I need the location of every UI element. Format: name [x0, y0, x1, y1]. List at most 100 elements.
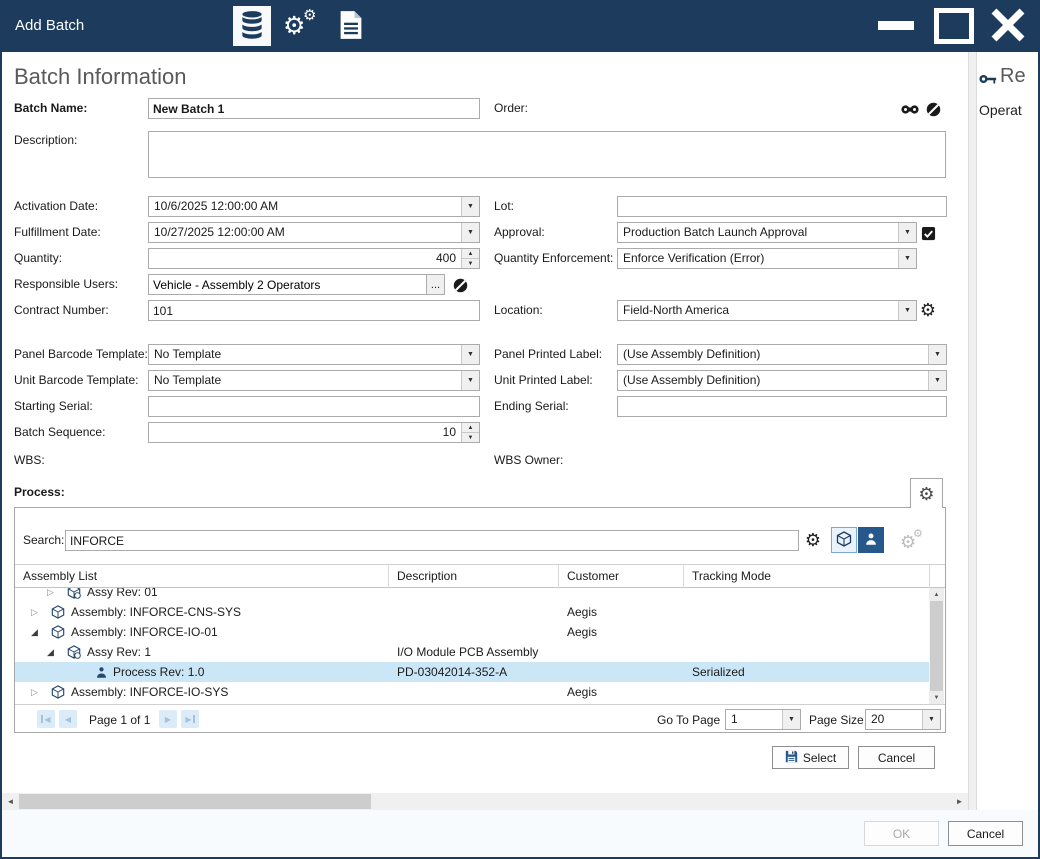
- ok-button[interactable]: OK: [864, 821, 939, 846]
- table-row[interactable]: ◢ Assembly: INFORCE-IO-01 Aegis: [15, 622, 929, 642]
- last-page-button[interactable]: ▶: [181, 710, 199, 728]
- spin-down-icon[interactable]: ▼: [462, 258, 479, 268]
- process-settings-button[interactable]: ⚙: [910, 478, 943, 508]
- column-header-customer[interactable]: Customer: [559, 565, 684, 588]
- quantity-label: Quantity:: [14, 248, 62, 269]
- panel-printed-label-combo[interactable]: (Use Assembly Definition) ▼: [617, 344, 947, 365]
- batch-sequence-stepper[interactable]: 10 ▲▼: [148, 422, 480, 443]
- spin-up-icon[interactable]: ▲: [462, 249, 479, 258]
- chevron-down-icon[interactable]: ▼: [782, 710, 800, 729]
- lot-input[interactable]: [617, 196, 947, 217]
- panel-barcode-template-combo[interactable]: No Template ▼: [148, 344, 480, 365]
- approval-check-icon[interactable]: [919, 224, 937, 242]
- chevron-down-icon[interactable]: ▼: [461, 371, 479, 390]
- responsible-users-input[interactable]: [149, 275, 426, 294]
- chevron-down-icon[interactable]: ▼: [461, 345, 479, 364]
- document-tool-button[interactable]: [328, 6, 374, 46]
- panel-printed-label-value: (Use Assembly Definition): [618, 345, 928, 364]
- customer-view-button[interactable]: [858, 527, 884, 553]
- column-header-description[interactable]: Description: [389, 565, 559, 588]
- batch-name-input[interactable]: [148, 98, 480, 119]
- contract-number-input[interactable]: [148, 300, 480, 321]
- page-size-combo[interactable]: 20 ▼: [865, 709, 941, 730]
- scroll-right-icon[interactable]: ►: [951, 793, 968, 810]
- table-row[interactable]: ▷ Assembly: INFORCE-IO-SYS Aegis: [15, 682, 929, 702]
- go-to-page-combo[interactable]: 1 ▼: [725, 709, 801, 730]
- quantity-enforcement-label: Quantity Enforcement:: [494, 248, 613, 269]
- process-selector-panel: Search: ⚙ ⚙⚙ Assembly List: [14, 507, 946, 733]
- location-combo[interactable]: Field-North America ▼: [617, 300, 917, 321]
- maximize-button[interactable]: [934, 8, 974, 44]
- table-row[interactable]: ▷ Assembly: INFORCE-CNS-SYS Aegis: [15, 602, 929, 622]
- scroll-down-icon[interactable]: ▼: [929, 691, 944, 704]
- column-header-assembly-list[interactable]: Assembly List: [15, 565, 389, 588]
- gear-icon[interactable]: ⚙: [919, 301, 937, 319]
- binoculars-icon[interactable]: [901, 100, 919, 118]
- chevron-expanded-icon[interactable]: ◢: [47, 642, 54, 662]
- spin-down-icon[interactable]: ▼: [462, 432, 479, 442]
- search-input[interactable]: [65, 530, 799, 551]
- chevron-down-icon[interactable]: ▼: [898, 249, 916, 268]
- page-title: Batch Information: [14, 64, 186, 90]
- settings-tool-button[interactable]: ⚙⚙: [278, 6, 324, 46]
- minimize-button[interactable]: [878, 21, 918, 37]
- chevron-down-icon[interactable]: ▼: [928, 345, 946, 364]
- table-row[interactable]: ▷ Assy Rev: 01: [15, 588, 929, 602]
- first-page-button[interactable]: ◀: [37, 710, 55, 728]
- search-settings-gear-icon[interactable]: ⚙: [804, 531, 822, 549]
- chevron-down-icon[interactable]: ▼: [898, 223, 916, 242]
- scroll-left-icon[interactable]: ◄: [2, 793, 19, 810]
- ending-serial-input[interactable]: [617, 396, 947, 417]
- quantity-stepper[interactable]: 400 ▲▼: [148, 248, 480, 269]
- approval-combo[interactable]: Production Batch Launch Approval ▼: [617, 222, 917, 243]
- scrollbar-thumb[interactable]: [930, 601, 943, 691]
- table-row[interactable]: ◢ Assy Rev: 1 I/O Module PCB Assembly: [15, 642, 929, 662]
- select-button[interactable]: Select: [772, 746, 849, 769]
- chevron-down-icon[interactable]: ▼: [928, 371, 946, 390]
- horizontal-scrollbar[interactable]: ◄ ►: [2, 793, 968, 810]
- column-header-tracking-mode[interactable]: Tracking Mode: [684, 565, 930, 588]
- clear-order-icon[interactable]: [924, 100, 942, 118]
- clear-users-icon[interactable]: [451, 276, 469, 294]
- unit-barcode-template-combo[interactable]: No Template ▼: [148, 370, 480, 391]
- browse-button[interactable]: ...: [426, 275, 444, 294]
- chevron-down-icon[interactable]: ▼: [461, 223, 479, 242]
- location-value: Field-North America: [618, 301, 898, 320]
- panel-barcode-template-value: No Template: [149, 345, 461, 364]
- cancel-button[interactable]: Cancel: [948, 821, 1023, 846]
- assembly-view-button[interactable]: [831, 527, 857, 553]
- first-page-icon: [41, 715, 43, 723]
- search-label: Search:: [23, 530, 64, 551]
- scrollbar-thumb[interactable]: [19, 794, 371, 809]
- table-vertical-scrollbar[interactable]: ▲ ▼: [929, 588, 944, 704]
- chevron-right-icon[interactable]: ▷: [31, 682, 38, 702]
- previous-page-button[interactable]: ◀: [59, 710, 77, 728]
- starting-serial-input[interactable]: [148, 396, 480, 417]
- quantity-enforcement-combo[interactable]: Enforce Verification (Error) ▼: [617, 248, 917, 269]
- next-page-button[interactable]: ▶: [159, 710, 177, 728]
- chevron-expanded-icon[interactable]: ◢: [31, 622, 38, 642]
- page-size-value: 20: [866, 710, 922, 729]
- responsible-users-field[interactable]: ...: [148, 274, 445, 295]
- chevron-right-icon[interactable]: ▷: [47, 588, 54, 602]
- spin-up-icon[interactable]: ▲: [462, 423, 479, 432]
- batch-tool-button[interactable]: [233, 6, 271, 46]
- assembly-icon: [51, 685, 65, 704]
- process-actions-button[interactable]: ⚙⚙: [899, 528, 925, 554]
- panel-cancel-button[interactable]: Cancel: [858, 746, 935, 769]
- activation-date-combo[interactable]: 10/6/2025 12:00:00 AM ▼: [148, 196, 480, 217]
- chevron-down-icon[interactable]: ▼: [461, 197, 479, 216]
- panel-splitter[interactable]: [968, 52, 977, 810]
- assembly-table-header: Assembly List Description Customer Track…: [15, 564, 945, 588]
- unit-printed-label-combo[interactable]: (Use Assembly Definition) ▼: [617, 370, 947, 391]
- chevron-down-icon[interactable]: ▼: [922, 710, 940, 729]
- close-button[interactable]: [986, 5, 1030, 47]
- description-input[interactable]: [148, 131, 946, 178]
- right-panel: Re Operat: [977, 52, 1038, 810]
- chevron-down-icon[interactable]: ▼: [898, 301, 916, 320]
- ending-serial-label: Ending Serial:: [494, 396, 569, 417]
- scroll-up-icon[interactable]: ▲: [929, 588, 944, 601]
- table-row-selected[interactable]: Process Rev: 1.0 PD-03042014-352-A Seria…: [15, 662, 929, 682]
- chevron-right-icon[interactable]: ▷: [31, 602, 38, 622]
- fulfillment-date-combo[interactable]: 10/27/2025 12:00:00 AM ▼: [148, 222, 480, 243]
